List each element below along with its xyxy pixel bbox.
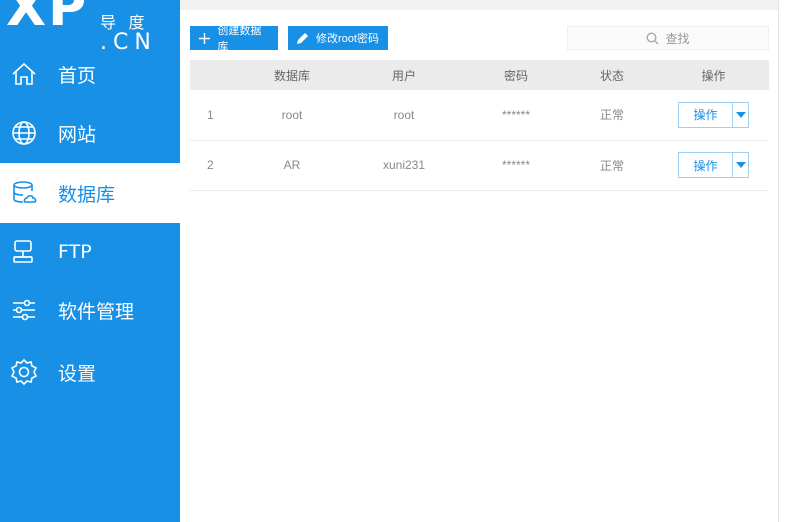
row-user: xuni231: [382, 158, 426, 172]
row-database: root: [281, 107, 303, 122]
caret-down-icon[interactable]: [733, 103, 748, 127]
search-icon: [646, 31, 660, 45]
sidebar-item-label: 数据库: [58, 183, 116, 206]
row-action-cell: 操作: [658, 140, 769, 190]
logo: XP: [6, 0, 88, 38]
action-button-group: 操作: [678, 101, 749, 128]
sidebar: XP 导 度 .CN 首页 网站 数据库 FTP 软件管理 设置: [0, 0, 180, 522]
sidebar-item-label: 首页: [58, 64, 97, 87]
row-status: 正常: [599, 158, 624, 173]
pencil-icon: [296, 31, 310, 45]
header-database: 数据库: [273, 68, 310, 83]
home-icon: [10, 60, 38, 88]
row-database: AR: [283, 158, 301, 172]
plus-icon: [198, 31, 211, 45]
ftp-icon: [10, 238, 38, 266]
database-icon: [10, 179, 38, 207]
row-user: root: [393, 107, 415, 122]
modify-root-password-button[interactable]: 修改root密码: [288, 26, 388, 50]
action-button-group: 操作: [678, 152, 749, 178]
scrollbar-strip[interactable]: [778, 0, 785, 522]
row-num: 2: [207, 158, 214, 172]
sidebar-item-label: 软件管理: [58, 300, 135, 323]
row-action-cell: 操作: [658, 90, 769, 140]
header-password: 密码: [503, 68, 528, 83]
sidebar-item-database[interactable]: 数据库: [0, 163, 180, 223]
globe-icon: [10, 119, 38, 147]
row-password: ******: [501, 107, 531, 122]
header-status: 状态: [599, 68, 624, 83]
modify-root-password-label: 修改root密码: [316, 33, 379, 45]
table-header-row: 数据库 用户 密码 状态 操作: [190, 60, 769, 90]
row-status: 正常: [599, 108, 624, 123]
header-action: 操作: [701, 68, 726, 83]
header-num: [190, 60, 242, 90]
search-placeholder: 查找: [665, 31, 690, 46]
sidebar-item-label: 网站: [58, 123, 97, 146]
sidebar-item-software[interactable]: 软件管理: [0, 280, 180, 340]
table-row: 2 AR xuni231 ****** 正常 操作: [190, 140, 769, 190]
search-input[interactable]: 查找: [567, 26, 769, 50]
sidebar-item-website[interactable]: 网站: [0, 103, 180, 163]
create-database-label: 创建数据库: [217, 25, 262, 53]
logo-main: XP: [6, 0, 89, 38]
gear-icon: [10, 358, 38, 386]
header-user: 用户: [391, 68, 416, 83]
sidebar-item-home[interactable]: 首页: [0, 44, 180, 104]
sliders-icon: [10, 296, 38, 324]
create-database-button[interactable]: 创建数据库: [190, 25, 278, 53]
database-table: 数据库 用户 密码 状态 操作 1 root root ****** 正常 操作: [190, 60, 769, 191]
action-button[interactable]: 操作: [679, 102, 733, 127]
main-panel: 创建数据库 修改root密码 查找 数据库 用户 密码 状态 操作 1 root…: [180, 10, 778, 522]
sidebar-item-label: FTP: [58, 241, 92, 263]
row-num: 1: [207, 107, 214, 122]
sidebar-item-settings[interactable]: 设置: [0, 342, 180, 402]
caret-down-icon[interactable]: [733, 153, 748, 177]
table-row: 1 root root ****** 正常 操作: [190, 90, 769, 140]
row-password: ******: [501, 158, 531, 172]
sidebar-item-label: 设置: [58, 362, 97, 385]
action-button[interactable]: 操作: [679, 153, 733, 177]
sidebar-item-ftp[interactable]: FTP: [0, 222, 180, 282]
